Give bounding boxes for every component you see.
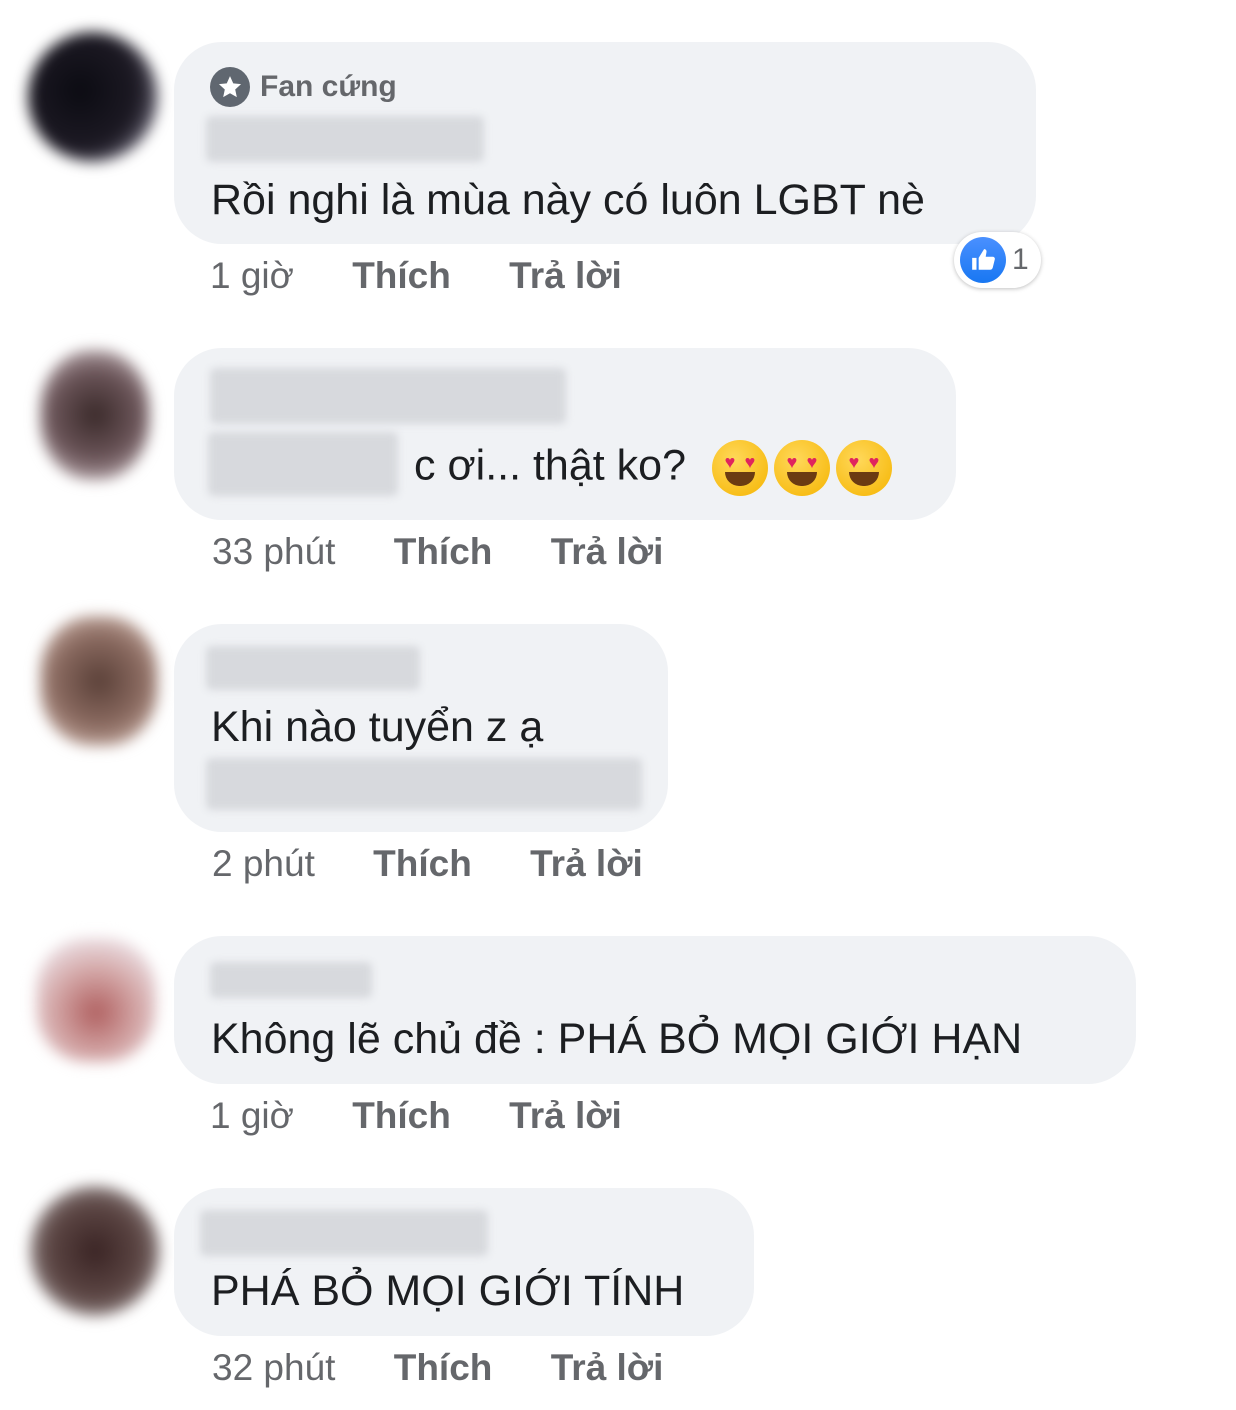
comment-text: Rồi nghi là mùa này có luôn LGBT nè bbox=[211, 176, 925, 224]
author-name[interactable] bbox=[206, 116, 484, 162]
reaction-count: 1 bbox=[1012, 243, 1029, 276]
comment-text: PHÁ BỎ MỌI GIỚI TÍNH bbox=[211, 1267, 685, 1315]
avatar[interactable] bbox=[30, 1186, 160, 1316]
avatar[interactable] bbox=[40, 616, 158, 746]
badge-label: Fan cứng bbox=[260, 70, 397, 103]
reply-button[interactable]: Trả lời bbox=[509, 1095, 622, 1136]
avatar[interactable] bbox=[36, 938, 156, 1062]
heart-eyes-emoji-icon: ♥ ♥ bbox=[711, 440, 768, 496]
like-button[interactable]: Thích bbox=[394, 531, 493, 572]
mentioned-name[interactable] bbox=[208, 432, 398, 496]
reply-button[interactable]: Trả lời bbox=[551, 1347, 664, 1388]
reply-button[interactable]: Trả lời bbox=[509, 255, 622, 296]
comment-meta: 2 phút Thích Trả lời bbox=[212, 842, 643, 886]
comment-text-body: c ơi... thật ko? bbox=[414, 441, 686, 490]
comment-time[interactable]: 32 phút bbox=[212, 1347, 335, 1388]
blurred-attachment[interactable] bbox=[206, 758, 642, 810]
heart-eyes-emoji-icon: ♥ ♥ bbox=[835, 440, 892, 496]
comment-text: Khi nào tuyển z ạ bbox=[211, 703, 544, 751]
comment-time[interactable]: 1 giờ bbox=[210, 1095, 294, 1136]
like-button[interactable]: Thích bbox=[394, 1347, 493, 1388]
reply-button[interactable]: Trả lời bbox=[551, 531, 664, 572]
top-fan-badge: Fan cứng bbox=[210, 66, 397, 108]
thumbs-up-icon bbox=[960, 237, 1006, 283]
reply-button[interactable]: Trả lời bbox=[530, 843, 643, 884]
avatar[interactable] bbox=[40, 350, 150, 480]
author-name[interactable] bbox=[206, 646, 420, 690]
comment-meta: 1 giờ Thích Trả lời bbox=[210, 1094, 622, 1138]
comment-text: Không lẽ chủ đề : PHÁ BỎ MỌI GIỚI HẠN bbox=[211, 1015, 1023, 1063]
author-name[interactable] bbox=[200, 1210, 488, 1256]
comment-meta: 33 phút Thích Trả lời bbox=[212, 530, 663, 574]
comment-text: c ơi... thật ko? ♥ ♥ ♥ ♥ ♥ ♥ bbox=[414, 440, 892, 496]
heart-eyes-emoji-icon: ♥ ♥ bbox=[773, 440, 830, 496]
like-button[interactable]: Thích bbox=[352, 255, 451, 296]
comment-time[interactable]: 33 phút bbox=[212, 531, 335, 572]
like-button[interactable]: Thích bbox=[373, 843, 472, 884]
comment-meta: 1 giờ Thích Trả lời bbox=[210, 254, 622, 298]
like-button[interactable]: Thích bbox=[352, 1095, 451, 1136]
comment-meta: 32 phút Thích Trả lời bbox=[212, 1346, 663, 1390]
comment-time[interactable]: 1 giờ bbox=[210, 255, 294, 296]
author-name[interactable] bbox=[210, 368, 566, 424]
reaction-summary[interactable]: 1 bbox=[954, 232, 1041, 288]
star-icon bbox=[210, 67, 250, 107]
avatar[interactable] bbox=[28, 32, 158, 162]
comment-time[interactable]: 2 phút bbox=[212, 843, 315, 884]
author-name[interactable] bbox=[210, 962, 372, 998]
